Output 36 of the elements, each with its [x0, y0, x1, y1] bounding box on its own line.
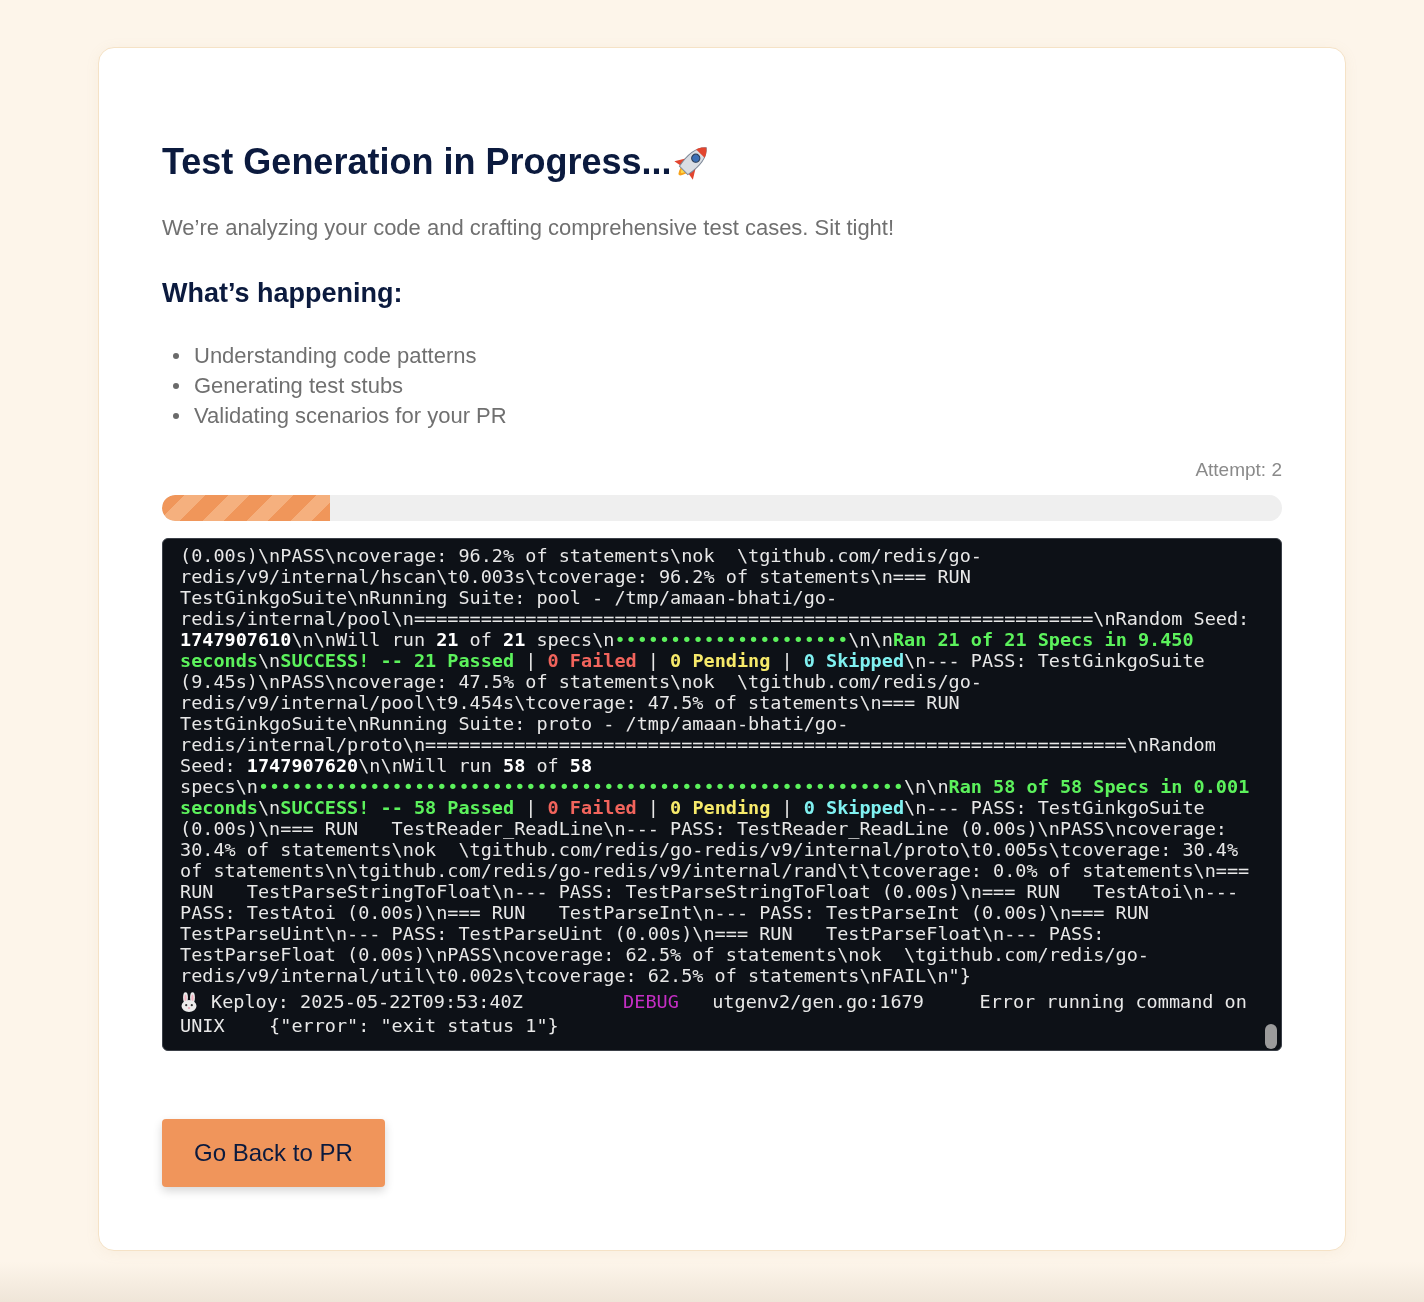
- rabbit-icon: [180, 992, 198, 1012]
- log-line: of statements\n\tgithub.com/redis/go-redis/v9/internal/rand\t\tcoverage: 0.0% of statements\n===: [180, 860, 1250, 881]
- scrollbar-thumb[interactable]: [1265, 1024, 1277, 1049]
- log-line: redis/v9/internal/hscan\t0.003s\tcoverage: 96.2% of statements\n=== RUN: [180, 566, 971, 587]
- section-heading: What’s happening:: [162, 277, 404, 310]
- log-line: 1747907610\n\nWill run 21 of 21 specs\n•••••••••••••••••••••\n\nRan 21 of 21 Specs in 9.450: [180, 629, 1194, 650]
- log-line: redis/internal/pool\n=============================================================\nRandom Seed:: [180, 608, 1250, 629]
- subtitle: We’re analyzing your code and crafting comprehensive test cases. Sit tight!: [162, 214, 896, 242]
- log-line: TestGinkgoSuite\nRunning Suite: pool - /tmp/amaan-bhati/go-: [180, 587, 838, 608]
- bullet-icon: [173, 353, 179, 359]
- page-title: Test Generation in Progress...: [162, 140, 672, 183]
- log-line: TestGinkgoSuite\nRunning Suite: proto - /tmp/amaan-bhati/go-: [180, 713, 849, 734]
- log-line: (0.00s)\n=== RUN TestReader_ReadLine\n--- PASS: TestReader_ReadLine (0.00s)\nPASS\ncoverage:: [180, 818, 1227, 839]
- log-line: redis/v9/internal/pool\t9.454s\tcoverage: 47.5% of statements\n=== RUN: [180, 692, 960, 713]
- list-item: Generating test stubs: [194, 372, 404, 400]
- log-line: UNIX {"error": "exit status 1"}: [180, 1014, 559, 1038]
- list-item: Validating scenarios for your PR: [194, 402, 507, 430]
- log-line: redis/internal/proto\n===============================================================\nRandom: [180, 734, 1216, 755]
- log-line: Keploy: 2025-05-22T09:53:40Z DEBUG utgenv2/gen.go:1679 Error running command on: [211, 990, 1247, 1014]
- list-item: Understanding code patterns: [194, 342, 477, 370]
- log-line: PASS: TestAtoi (0.00s)\n=== RUN TestParseInt\n--- PASS: TestParseInt (0.00s)\n=== RUN: [180, 902, 1149, 923]
- log-line: 30.4% of statements\nok \tgithub.com/redis/go-redis/v9/internal/proto\t0.005s\tcoverage: 30.4%: [180, 839, 1239, 860]
- bullet-icon: [173, 383, 179, 389]
- log-line: seconds\nSUCCESS! -- 21 Passed | 0 Failed | 0 Pending | 0 Skipped\n--- PASS: TestGinkgoSuite: [180, 650, 1205, 671]
- log-line: (9.45s)\nPASS\ncoverage: 47.5% of statements\nok \tgithub.com/redis/go-: [180, 671, 982, 692]
- log-line: RUN TestParseStringToFloat\n--- PASS: TestParseStringToFloat (0.00s)\n=== RUN TestAtoi\n---: [180, 881, 1239, 902]
- bullet-icon: [173, 413, 179, 419]
- attempt-label: Attempt: 2: [1195, 458, 1282, 482]
- log-line: Seed: 1747907620\n\nWill run 58 of 58: [180, 755, 593, 776]
- back-button[interactable]: Go Back to PR: [162, 1119, 385, 1187]
- log-line: TestParseFloat (0.00s)\nPASS\ncoverage: 62.5% of statements\nok \tgithub.com/redis/go-: [180, 944, 1149, 965]
- log-line: (0.00s)\nPASS\ncoverage: 96.2% of statements\nok \tgithub.com/redis/go-: [180, 545, 982, 566]
- log-line: redis/v9/internal/util\t0.002s\tcoverage: 62.5% of statements\nFAIL\n"}: [180, 965, 971, 986]
- log-line: TestParseUint\n--- PASS: TestParseUint (0.00s)\n=== RUN TestParseFloat\n--- PASS:: [180, 923, 1105, 944]
- log-line: seconds\nSUCCESS! -- 58 Passed | 0 Failed | 0 Pending | 0 Skipped\n--- PASS: TestGinkgoSuite: [180, 797, 1205, 818]
- log-line: specs\n••••••••••••••••••••••••••••••••••••••••••••••••••••••••••\n\nRan 58 of 58 Specs in 0.001: [180, 776, 1250, 797]
